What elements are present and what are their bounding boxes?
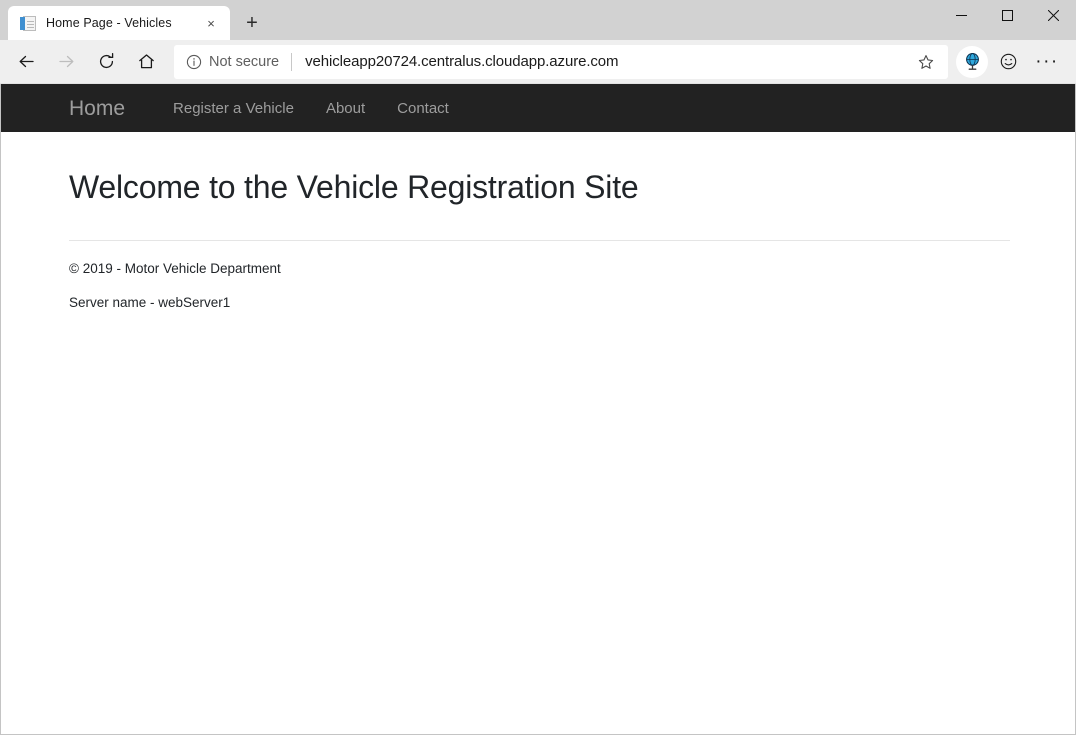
nav-item-about: About — [310, 101, 381, 116]
content-divider — [69, 240, 1010, 241]
page-content: Welcome to the Vehicle Registration Site… — [1, 168, 1075, 312]
tab-strip: Home Page - Vehicles × + — [0, 0, 1076, 40]
info-circle-icon — [186, 54, 202, 70]
home-icon[interactable] — [126, 44, 166, 80]
browser-tab-active[interactable]: Home Page - Vehicles × — [8, 6, 230, 40]
nav-link-about[interactable]: About — [310, 101, 381, 116]
minimize-icon[interactable] — [938, 0, 984, 31]
close-icon[interactable] — [1030, 0, 1076, 31]
address-bar[interactable]: Not secure vehicleapp20724.centralus.clo… — [174, 45, 948, 79]
browser-toolbar: Not secure vehicleapp20724.centralus.clo… — [0, 40, 1076, 84]
security-status[interactable]: Not secure — [186, 54, 279, 70]
footer-server-name: Server name - webServer1 — [69, 294, 1007, 312]
document-icon — [20, 15, 37, 32]
new-tab-button[interactable]: + — [234, 6, 270, 40]
favorite-star-icon[interactable] — [912, 48, 940, 76]
security-label: Not secure — [209, 54, 279, 70]
tab-title: Home Page - Vehicles — [46, 16, 191, 30]
nav-item-contact: Contact — [381, 101, 465, 116]
refresh-icon[interactable] — [86, 44, 126, 80]
site-nav-links: Register a Vehicle About Contact — [157, 101, 465, 116]
globe-extension-icon[interactable] — [956, 46, 988, 78]
nav-link-contact[interactable]: Contact — [381, 101, 465, 116]
address-divider — [291, 53, 292, 71]
forward-icon — [46, 44, 86, 80]
footer-copyright: © 2019 - Motor Vehicle Department — [69, 260, 1007, 278]
nav-item-register-a-vehicle: Register a Vehicle — [157, 101, 310, 116]
close-icon[interactable]: × — [200, 12, 222, 34]
site-navigation-bar: Home Register a Vehicle About Contact — [1, 84, 1075, 132]
page-title: Welcome to the Vehicle Registration Site — [69, 168, 1007, 206]
settings-more-icon[interactable]: ··· — [1028, 44, 1066, 80]
page-viewport: Home Register a Vehicle About Contact We… — [0, 84, 1076, 735]
url-text[interactable]: vehicleapp20724.centralus.cloudapp.azure… — [305, 53, 912, 70]
nav-link-register-a-vehicle[interactable]: Register a Vehicle — [157, 101, 310, 116]
maximize-icon[interactable] — [984, 0, 1030, 31]
browser-window: Home Page - Vehicles × + — [0, 0, 1076, 735]
back-icon[interactable] — [6, 44, 46, 80]
window-controls — [938, 0, 1076, 31]
nav-brand-home[interactable]: Home — [69, 98, 125, 119]
feedback-smiley-icon[interactable] — [988, 44, 1028, 80]
